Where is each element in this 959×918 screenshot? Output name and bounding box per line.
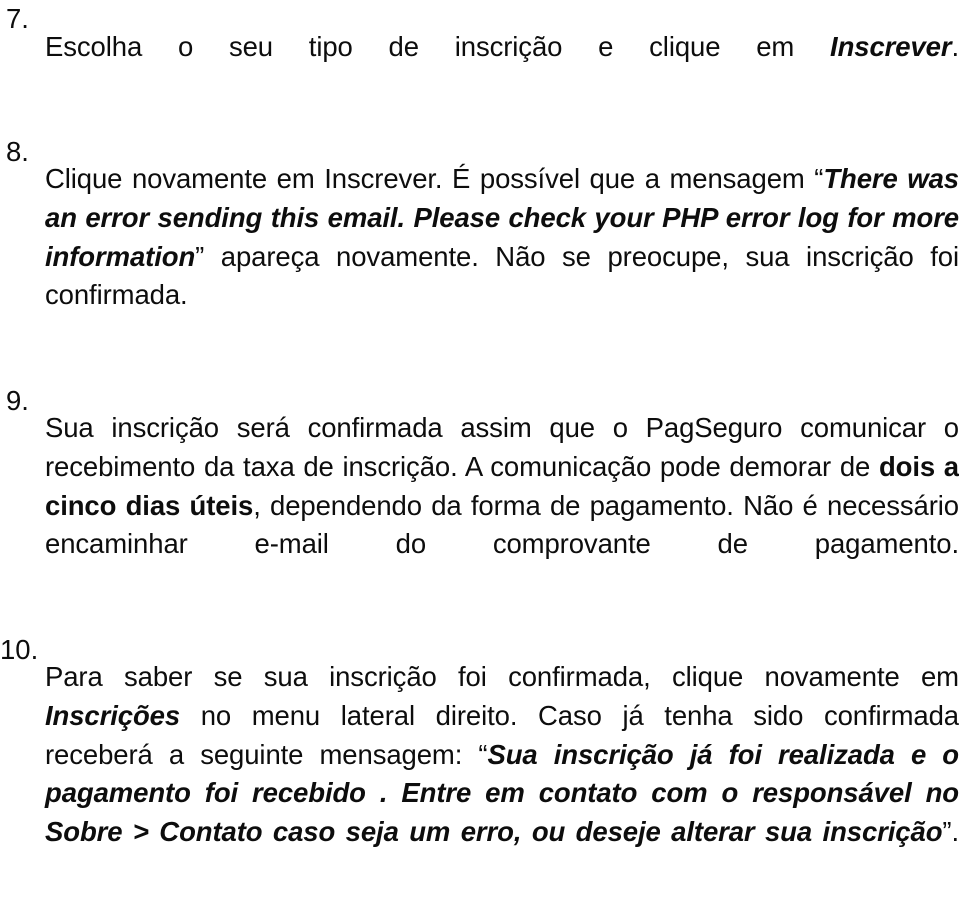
list-item-text: Escolha o seu tipo de inscrição e clique… bbox=[45, 28, 959, 106]
emphasis-bold-italic: Inscrições bbox=[45, 699, 181, 731]
list-item: 7. Escolha o seu tipo de inscrição e cliq… bbox=[0, 0, 959, 133]
text-run: . bbox=[951, 816, 959, 848]
text-run: ” bbox=[195, 240, 205, 272]
list-item: 9. Sua inscrição será confirmada assim qu… bbox=[0, 382, 959, 631]
text-run: Escolha o seu tipo de inscrição e clique… bbox=[45, 30, 831, 62]
text-run: “ bbox=[478, 738, 488, 770]
list-item-number: 10. bbox=[0, 633, 39, 665]
list-item-number: 8. bbox=[6, 135, 29, 167]
text-run: “ bbox=[814, 163, 824, 195]
text-run: Sua inscrição será confirmada assim que … bbox=[45, 412, 959, 482]
text-run: Para saber se sua inscrição foi confirma… bbox=[45, 661, 959, 693]
emphasis-bold-italic: Inscrever bbox=[830, 30, 952, 62]
list-item: 8. Clique novamente em Inscrever. É possí… bbox=[0, 133, 959, 382]
list-item-text: Clique novamente em Inscrever. É possíve… bbox=[45, 160, 959, 354]
document-page: 7. Escolha o seu tipo de inscrição e cliq… bbox=[0, 0, 959, 847]
numbered-instruction-list: 7. Escolha o seu tipo de inscrição e cliq… bbox=[0, 0, 959, 918]
text-run: ” bbox=[942, 816, 952, 848]
text-run: . bbox=[951, 30, 959, 62]
list-item-text: Para saber se sua inscrição foi confirma… bbox=[45, 658, 959, 891]
list-item-text: Sua inscrição será confirmada assim que … bbox=[45, 409, 959, 603]
text-run: Clique novamente em Inscrever. É possíve… bbox=[45, 163, 815, 195]
list-item-number: 9. bbox=[6, 384, 29, 416]
list-item: 10. Para saber se sua inscrição foi confi… bbox=[0, 631, 959, 918]
list-item-number: 7. bbox=[6, 3, 29, 34]
